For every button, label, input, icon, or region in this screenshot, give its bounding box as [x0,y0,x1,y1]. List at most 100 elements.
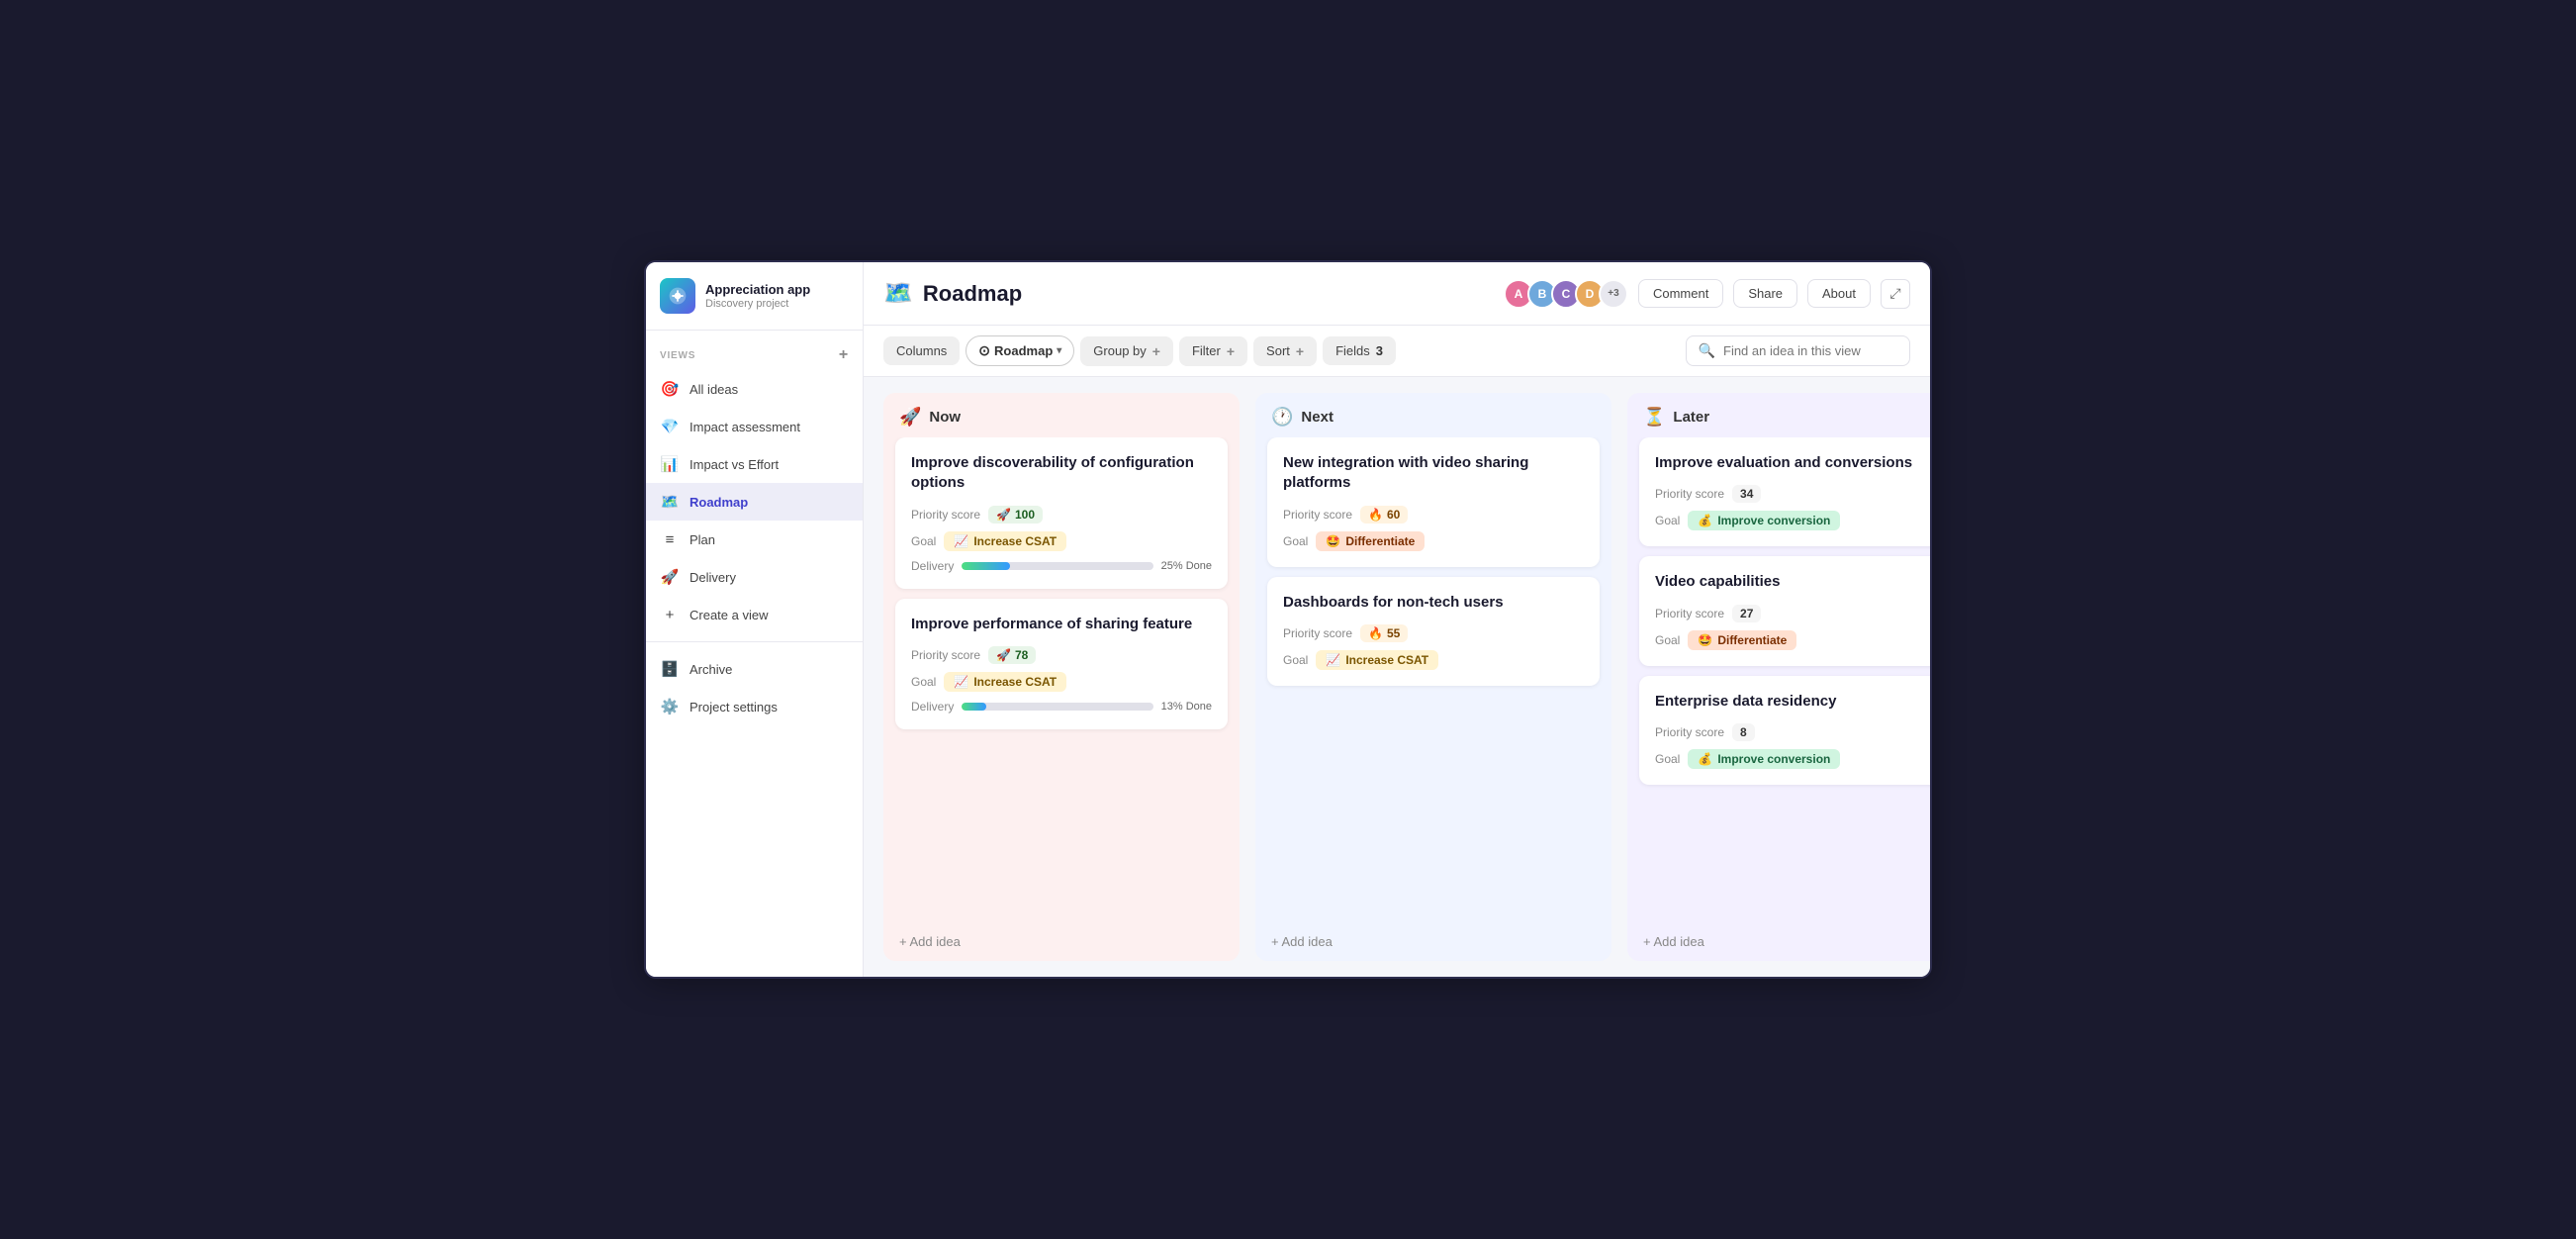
kanban-board: 🚀Now Improve discoverability of configura… [864,377,1930,977]
add-idea-button-later[interactable]: + Add idea [1627,922,1930,961]
sidebar-item-all-ideas[interactable]: 🎯 All ideas [646,370,863,408]
goal-badge: 🤩 Differentiate [1688,630,1796,650]
sidebar-item-label: Impact vs Effort [690,457,779,472]
column-body-next: New integration with video sharing platf… [1255,437,1611,922]
priority-score: 8 [1732,723,1755,741]
sidebar-item-delivery[interactable]: 🚀 Delivery [646,558,863,596]
add-idea-button-next[interactable]: + Add idea [1255,922,1611,961]
sidebar-item-roadmap[interactable]: 🗺️ Roadmap [646,483,863,521]
page-title-icon: 🗺️ [883,279,913,308]
priority-score: 🚀 100 [988,506,1043,524]
card-title: Improve discoverability of configuration… [911,453,1212,494]
app-subtitle: Discovery project [705,298,810,310]
delivery-percent: 13% Done [1161,701,1212,713]
share-button[interactable]: Share [1733,279,1797,308]
sidebar-item-impact-vs-effort[interactable]: 📊 Impact vs Effort [646,445,863,483]
goal-icon: 📈 [1326,653,1340,667]
delivery-bar-bg [962,562,1152,570]
card-title: Dashboards for non-tech users [1283,593,1584,613]
sidebar-item-archive[interactable]: 🗄️ Archive [646,650,863,688]
card-goal-row: Goal 📈 Increase CSAT [911,531,1212,551]
about-button[interactable]: About [1807,279,1871,308]
card-priority-row: Priority score 🚀 78 [911,646,1212,664]
card-goal-row: Goal 💰 Improve conversion [1655,511,1930,530]
goal-badge: 📈 Increase CSAT [1316,650,1438,670]
sidebar-item-label: Archive [690,662,732,677]
goal-badge: 📈 Increase CSAT [944,531,1066,551]
card-priority-row: Priority score 🚀 100 [911,506,1212,524]
sort-label: Sort [1266,343,1290,358]
goal-label: Goal [1655,514,1680,527]
header-actions: A B C D +3 Comment Share About ⤢ [1504,279,1910,309]
card-goal-row: Goal 🤩 Differentiate [1283,531,1584,551]
goal-icon: 📈 [954,675,968,689]
sidebar-divider [646,641,863,642]
card-card-1[interactable]: Improve discoverability of configuration… [895,437,1228,589]
card-goal-row: Goal 📈 Increase CSAT [1283,650,1584,670]
goal-label: Goal [911,675,936,689]
collaborators-avatars: A B C D +3 [1504,279,1628,309]
card-card-2[interactable]: Improve performance of sharing feature P… [895,599,1228,729]
add-view-icon[interactable]: + [839,346,849,364]
goal-badge: 🤩 Differentiate [1316,531,1425,551]
avatar-count: +3 [1599,279,1628,309]
sidebar: Appreciation app Discovery project VIEWS… [646,262,864,977]
sidebar-item-label: All ideas [690,382,738,397]
search-box[interactable]: 🔍 [1686,335,1910,366]
comment-button[interactable]: Comment [1638,279,1723,308]
column-later: ⏳LaterImprove evaluation and conversions… [1627,393,1930,961]
card-goal-row: Goal 💰 Improve conversion [1655,749,1930,769]
card-card-6[interactable]: Video capabilities Priority score 27 Goa… [1639,556,1930,665]
card-priority-row: Priority score 27 [1655,605,1930,622]
columns-label: Columns [896,343,947,358]
sidebar-item-create-view[interactable]: + Create a view [646,596,863,633]
filter-plus-icon: + [1227,343,1235,359]
priority-score: 🔥 60 [1360,506,1408,524]
sidebar-item-impact-assessment[interactable]: 💎 Impact assessment [646,408,863,445]
roadmap-dropdown-label: Roadmap [994,343,1053,358]
group-by-button[interactable]: Group by + [1080,336,1173,366]
goal-label: Goal [1283,653,1308,667]
priority-icon: 🚀 [996,648,1011,662]
delivery-percent: 25% Done [1161,560,1212,572]
card-title: Enterprise data residency [1655,692,1930,712]
priority-label: Priority score [1283,626,1352,640]
app-name: Appreciation app [705,282,810,298]
main-header: 🗺️ Roadmap A B C D +3 Comment Share Abou… [864,262,1930,326]
sidebar-item-project-settings[interactable]: ⚙️ Project settings [646,688,863,725]
columns-button[interactable]: Columns [883,336,960,365]
sidebar-item-label: Delivery [690,570,736,585]
expand-button[interactable]: ⤢ [1881,279,1910,309]
card-card-5[interactable]: Improve evaluation and conversions Prior… [1639,437,1930,546]
filter-label: Filter [1192,343,1221,358]
group-by-label: Group by [1093,343,1146,358]
card-card-4[interactable]: Dashboards for non-tech users Priority s… [1267,577,1600,686]
column-header-now: 🚀Now [883,393,1240,437]
roadmap-icon: 🗺️ [660,492,680,512]
toolbar: Columns ⊙ Roadmap ▾ Group by + Filter + … [864,326,1930,377]
column-header-later: ⏳Later [1627,393,1930,437]
priority-icon: 🚀 [996,508,1011,522]
sidebar-item-label: Project settings [690,700,778,715]
delivery-label: Delivery [911,700,954,714]
goal-label: Goal [1283,534,1308,548]
sidebar-item-label: Plan [690,532,715,547]
card-card-3[interactable]: New integration with video sharing platf… [1267,437,1600,567]
goal-badge: 💰 Improve conversion [1688,511,1840,530]
add-idea-button-now[interactable]: + Add idea [883,922,1240,961]
sidebar-item-plan[interactable]: ≡ Plan [646,521,863,558]
card-title: New integration with video sharing platf… [1283,453,1584,494]
search-icon: 🔍 [1699,342,1715,359]
filter-button[interactable]: Filter + [1179,336,1247,366]
roadmap-dropdown[interactable]: ⊙ Roadmap ▾ [966,335,1074,366]
card-delivery-row: Delivery 25% Done [911,559,1212,573]
goal-icon: 🤩 [1698,633,1712,647]
priority-label: Priority score [1655,725,1724,739]
main-content: 🗺️ Roadmap A B C D +3 Comment Share Abou… [864,262,1930,977]
column-now: 🚀Now Improve discoverability of configura… [883,393,1240,961]
sort-button[interactable]: Sort + [1253,336,1317,366]
card-goal-row: Goal 🤩 Differentiate [1655,630,1930,650]
card-card-7[interactable]: Enterprise data residency Priority score… [1639,676,1930,785]
search-input[interactable] [1723,343,1897,358]
fields-button[interactable]: Fields 3 [1323,336,1396,365]
